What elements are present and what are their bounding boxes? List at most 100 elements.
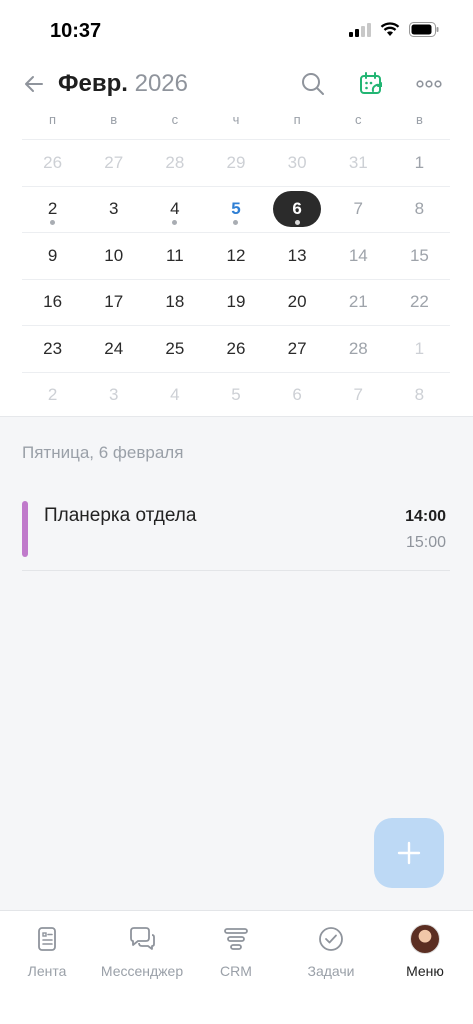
- event-color-bar: [22, 501, 28, 557]
- messenger-icon: [130, 927, 155, 950]
- calendar-header: Февр. 2026: [0, 62, 473, 108]
- cellular-signal-icon: [349, 22, 371, 37]
- calendar-day[interactable]: 20: [267, 280, 328, 326]
- calendar-day[interactable]: 7: [328, 373, 389, 419]
- calendar-day[interactable]: 4: [144, 187, 205, 233]
- calendar-day[interactable]: 23: [22, 326, 83, 372]
- back-arrow-icon[interactable]: [22, 72, 46, 96]
- weekday-header-row: п в с ч п с в: [22, 112, 450, 127]
- event-end-time: 15:00: [405, 534, 446, 551]
- calendar-day[interactable]: 10: [83, 233, 144, 279]
- calendar-day[interactable]: 15: [389, 233, 450, 279]
- calendar-day[interactable]: 25: [144, 326, 205, 372]
- crm-icon: [224, 928, 248, 950]
- nav-label: CRM: [220, 963, 252, 979]
- calendar-week: 2 3 4 5 6 7 8: [22, 371, 450, 419]
- calendar-week: 23 24 25 26 27 28 1: [22, 325, 450, 372]
- calendar-day[interactable]: 7: [328, 187, 389, 233]
- event-indicator-dot: [294, 220, 300, 225]
- search-icon[interactable]: [299, 70, 327, 98]
- status-icons: [349, 22, 439, 37]
- calendar-day[interactable]: 28: [144, 140, 205, 186]
- plus-icon: [397, 841, 421, 865]
- nav-label: Лента: [27, 963, 67, 979]
- nav-item-menu[interactable]: Меню: [380, 923, 470, 979]
- year-label: 2026: [134, 70, 188, 97]
- calendar-day[interactable]: 12: [205, 233, 266, 279]
- event-title: Планерка отдела: [44, 505, 197, 526]
- event-indicator-dot: [50, 220, 56, 225]
- calendar-week: 9 10 11 12 13 14 15: [22, 232, 450, 279]
- calendar-day[interactable]: 2: [22, 187, 83, 233]
- calendar-day[interactable]: 31: [328, 140, 389, 186]
- calendar-day[interactable]: 26: [22, 140, 83, 186]
- calendar-day[interactable]: 11: [144, 233, 205, 279]
- event-indicator-dot: [233, 220, 239, 225]
- calendar-day-selected[interactable]: 6: [267, 187, 328, 233]
- calendar-day[interactable]: 29: [205, 140, 266, 186]
- calendar-day[interactable]: 17: [83, 280, 144, 326]
- calendar-day[interactable]: 22: [389, 280, 450, 326]
- month-title[interactable]: Февр. 2026: [58, 70, 188, 98]
- calendar-day[interactable]: 3: [83, 187, 144, 233]
- add-event-button[interactable]: [374, 818, 444, 888]
- calendar-day[interactable]: 1: [389, 326, 450, 372]
- nav-label: Меню: [406, 963, 444, 979]
- tasks-icon: [319, 927, 343, 951]
- avatar: [410, 924, 440, 954]
- weekday-label: в: [415, 112, 423, 127]
- selected-day-heading: Пятница, 6 февраля: [22, 443, 184, 462]
- month-calendar: п в с ч п с в 26 27 28 29 30 31 1 2 3 4 …: [0, 108, 473, 417]
- calendar-day[interactable]: 18: [144, 280, 205, 326]
- calendar-sync-icon[interactable]: [357, 70, 385, 98]
- nav-label: Мессенджер: [100, 963, 184, 979]
- weekday-label: с: [355, 112, 362, 127]
- calendar-day[interactable]: 21: [328, 280, 389, 326]
- nav-label: Задачи: [307, 963, 355, 979]
- weekday-label: п: [49, 112, 57, 127]
- calendar-day[interactable]: 4: [144, 373, 205, 419]
- feed-icon: [38, 927, 56, 951]
- calendar-day[interactable]: 26: [205, 326, 266, 372]
- battery-icon: [409, 22, 439, 37]
- status-time: 10:37: [50, 20, 102, 42]
- event-indicator-dot: [172, 220, 178, 225]
- calendar-day[interactable]: 19: [205, 280, 266, 326]
- event-start-time: 14:00: [405, 508, 446, 525]
- calendar-week: 2 3 4 5 6 7 8: [22, 185, 450, 233]
- calendar-day[interactable]: 1: [389, 140, 450, 186]
- weekday-label: с: [171, 112, 179, 127]
- event-item[interactable]: Планерка отдела 14:00 15:00: [22, 495, 450, 571]
- calendar-day[interactable]: 16: [22, 280, 83, 326]
- calendar-day[interactable]: 9: [22, 233, 83, 279]
- weekday-label: п: [293, 112, 301, 127]
- nav-item-feed[interactable]: Лента: [2, 923, 92, 979]
- calendar-day[interactable]: 8: [389, 187, 450, 233]
- calendar-day[interactable]: 8: [389, 373, 450, 419]
- nav-item-tasks[interactable]: Задачи: [286, 923, 376, 979]
- calendar-day[interactable]: 28: [328, 326, 389, 372]
- calendar-week: 26 27 28 29 30 31 1: [22, 139, 450, 186]
- bottom-navigation: Лента Мессенджер CRM Задачи Меню: [0, 910, 473, 1024]
- calendar-day[interactable]: 13: [267, 233, 328, 279]
- calendar-day-today[interactable]: 5: [205, 187, 266, 233]
- calendar-day[interactable]: 30: [267, 140, 328, 186]
- weekday-label: в: [110, 112, 118, 127]
- status-bar: 10:37: [0, 0, 473, 62]
- more-options-icon[interactable]: [415, 70, 443, 98]
- calendar-day[interactable]: 6: [267, 373, 328, 419]
- calendar-day[interactable]: 2: [22, 373, 83, 419]
- weekday-label: ч: [232, 112, 240, 127]
- calendar-weeks: 26 27 28 29 30 31 1 2 3 4 5 6 7 8 9 10 1…: [22, 139, 450, 418]
- wifi-icon: [380, 22, 400, 36]
- calendar-day[interactable]: 14: [328, 233, 389, 279]
- calendar-day[interactable]: 3: [83, 373, 144, 419]
- nav-item-crm[interactable]: CRM: [191, 923, 281, 979]
- calendar-day[interactable]: 27: [83, 140, 144, 186]
- calendar-day[interactable]: 24: [83, 326, 144, 372]
- calendar-week: 16 17 18 19 20 21 22: [22, 278, 450, 326]
- calendar-day[interactable]: 27: [267, 326, 328, 372]
- calendar-day[interactable]: 5: [205, 373, 266, 419]
- nav-item-messenger[interactable]: Мессенджер: [97, 923, 187, 979]
- month-label: Февр.: [58, 70, 128, 97]
